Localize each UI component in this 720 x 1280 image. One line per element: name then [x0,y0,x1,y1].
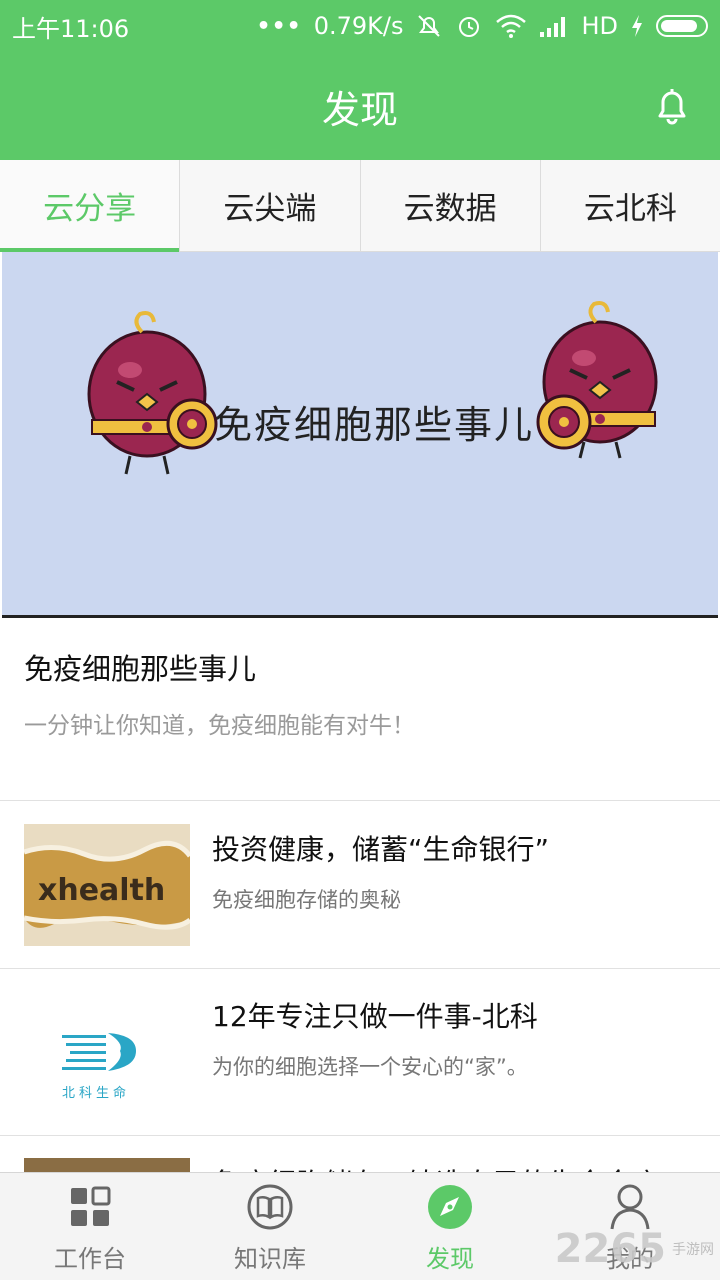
status-time: 上午11:06 [12,14,130,43]
featured-description: 一分钟让你知道，免疫细胞能有对牛！ [24,713,415,739]
bottom-navigation: 工作台 知识库 发现 我的 2265 手游网 [0,1172,720,1280]
nav-label: 工作台 [54,1245,126,1273]
tab-cloud-frontier[interactable]: 云尖端 [180,160,361,251]
article-thumbnail: xhealth [24,824,190,946]
tab-cloud-data[interactable]: 云数据 [361,160,541,251]
category-tabs: 云分享 云尖端 云数据 云北科 [0,160,720,252]
thumb-text: xhealth [38,873,165,908]
article-description: 为你的细胞选择一个安心的“家”。 [212,1055,528,1079]
thumb-text: 北科生命 [62,1085,130,1101]
tab-cloud-beike[interactable]: 云北科 [541,160,720,251]
list-item[interactable]: 北科生命 12年专注只做一件事-北科 为你的细胞选择一个安心的“家”。 [0,969,720,1136]
battery-icon [656,15,708,37]
signal-icon [540,17,566,37]
compass-icon [428,1185,472,1229]
article-title: 投资健康，储蓄“生命银行” [212,833,550,866]
watermark-logo: 2265 [554,1226,666,1272]
charging-icon [632,15,642,37]
watermark-site: 手游网 [672,1242,714,1258]
bell-icon[interactable] [654,86,690,126]
featured-title: 免疫细胞那些事儿 [24,652,257,686]
app-root: 上午11:06 ••• 0.79K/s HD 发现 云分享 云尖端 云数据 云北… [0,0,720,1280]
site-watermark: 2265 手游网 [555,1226,714,1272]
nav-label: 知识库 [234,1245,306,1273]
nav-label: 发现 [426,1245,474,1273]
network-speed: 0.79K/s [313,12,404,40]
article-thumbnail: 北科生命 [24,991,190,1113]
featured-article[interactable]: 免疫细胞那些事儿 一分钟让你知道，免疫细胞能有对牛！ [0,618,720,801]
wifi-icon [496,14,527,38]
book-icon [247,1184,293,1230]
more-dots-icon: ••• [256,13,302,39]
list-item[interactable]: xhealth 投资健康，储蓄“生命银行” 免疫细胞存储的奥秘 [0,802,720,969]
status-right: ••• 0.79K/s HD [257,12,708,40]
page-title: 发现 [321,87,398,132]
network-type: HD [581,12,618,40]
alarm-icon [459,17,480,37]
mute-icon [418,15,441,37]
cartoon-character-right [536,301,658,459]
banner-caption: 免疫细胞那些事儿 [214,403,535,447]
app-header: 发现 [0,52,720,160]
status-bar: 上午11:06 ••• 0.79K/s HD [0,0,720,52]
grid-icon [71,1186,111,1226]
nav-workbench[interactable]: 工作台 [0,1173,180,1280]
tab-cloud-share[interactable]: 云分享 [0,160,181,252]
article-title: 12年专注只做一件事-北科 [212,1000,538,1033]
nav-knowledge[interactable]: 知识库 [180,1173,360,1280]
article-description: 免疫细胞存储的奥秘 [212,888,401,912]
person-icon [610,1184,650,1230]
cartoon-character-left [87,311,218,475]
nav-discover[interactable]: 发现 [360,1173,540,1280]
banner-image[interactable]: 免疫细胞那些事儿 [2,252,718,618]
